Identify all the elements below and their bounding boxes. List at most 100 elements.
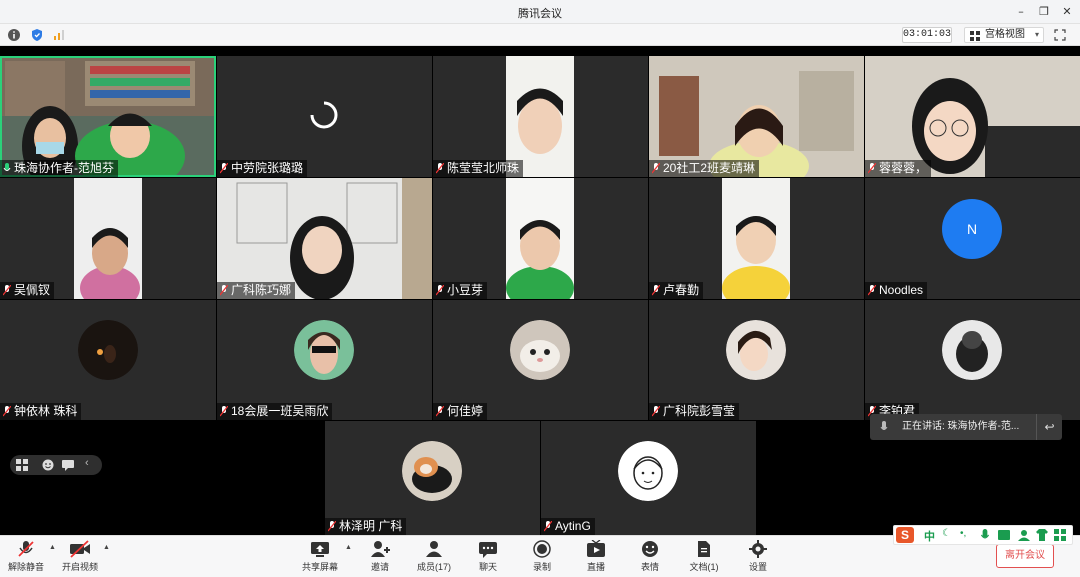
participant-name: 珠海协作者-范旭芬 bbox=[14, 161, 114, 175]
speaking-indicator: 正在讲话: 珠海协作者-范... ↩ bbox=[870, 414, 1062, 440]
video-tile[interactable]: 何佳婷 bbox=[433, 300, 648, 420]
restore-icon[interactable]: ❐ bbox=[1035, 3, 1053, 21]
members-label: 成员(17) bbox=[416, 562, 451, 572]
video-tile[interactable]: 陈莹莹北师珠 bbox=[433, 56, 648, 177]
record-button[interactable]: 录制 bbox=[520, 540, 564, 576]
reactions-label: 表情 bbox=[640, 562, 659, 572]
participant-video bbox=[74, 178, 142, 299]
chat-icon[interactable] bbox=[62, 459, 74, 471]
punctuation-icon[interactable]: •, bbox=[960, 528, 966, 539]
settings-button[interactable]: 设置 bbox=[736, 540, 780, 576]
chevron-down-icon: ▾ bbox=[1034, 30, 1039, 39]
video-tile[interactable]: AytinG bbox=[541, 421, 756, 535]
avatar bbox=[402, 441, 462, 501]
avatar bbox=[726, 320, 786, 380]
video-tile[interactable]: 吴佩钗 bbox=[0, 178, 216, 299]
moon-icon[interactable]: ☾ bbox=[942, 528, 951, 539]
participant-name: 林泽明 广科 bbox=[339, 519, 403, 533]
avatar bbox=[618, 441, 678, 501]
close-icon[interactable]: ✕ bbox=[1058, 3, 1076, 21]
apps-icon[interactable] bbox=[1054, 529, 1066, 541]
share-screen-label: 共享屏幕 bbox=[301, 562, 338, 572]
live-label: 直播 bbox=[586, 562, 605, 572]
participant-video bbox=[722, 178, 790, 299]
start-video-button[interactable]: 开启视频 bbox=[58, 540, 102, 576]
live-icon bbox=[587, 540, 605, 557]
participant-name-tag: 小豆芽 bbox=[433, 282, 488, 299]
fullscreen-icon[interactable] bbox=[1054, 29, 1066, 41]
video-tile[interactable]: N Noodles bbox=[865, 178, 1080, 299]
record-label: 录制 bbox=[532, 562, 551, 572]
participant-video bbox=[506, 56, 574, 177]
apps-icon[interactable] bbox=[16, 459, 28, 471]
video-tile[interactable]: 李铂君 bbox=[865, 300, 1080, 420]
shield-icon[interactable] bbox=[30, 28, 44, 42]
video-tile[interactable]: 广科院彭雪莹 bbox=[649, 300, 864, 420]
invite-label: 邀请 bbox=[370, 562, 389, 572]
video-tile[interactable]: 林泽明 广科 bbox=[325, 421, 540, 535]
leave-meeting-button[interactable]: 离开会议 bbox=[996, 544, 1054, 568]
chevron-up-icon[interactable]: ▲ bbox=[345, 544, 352, 551]
chevron-up-icon[interactable]: ▲ bbox=[49, 544, 56, 551]
ime-language[interactable]: 中 bbox=[924, 528, 935, 544]
speaking-text: 正在讲话: 珠海协作者-范... bbox=[902, 421, 1020, 432]
documents-label: 文档(1) bbox=[689, 562, 719, 572]
participant-name-tag: 卢春勤 bbox=[649, 282, 704, 299]
participant-name-tag: 林泽明 广科 bbox=[325, 518, 407, 535]
video-tile[interactable]: 20社工2班麦靖琳 bbox=[649, 56, 864, 177]
live-button[interactable]: 直播 bbox=[574, 540, 618, 576]
layout-view-button[interactable]: 宫格视图 ▾ bbox=[964, 27, 1044, 43]
mic-muted-icon bbox=[652, 163, 660, 174]
mic-muted-icon bbox=[220, 406, 228, 417]
mic-muted-icon bbox=[868, 163, 876, 174]
share-screen-button[interactable]: 共享屏幕 bbox=[298, 540, 342, 576]
participant-name-tag: 钟依林 珠科 bbox=[0, 403, 82, 420]
members-icon bbox=[426, 541, 442, 557]
settings-label: 设置 bbox=[748, 562, 767, 572]
info-icon[interactable] bbox=[7, 28, 21, 42]
mic-muted-icon bbox=[18, 541, 34, 557]
signal-icon[interactable] bbox=[52, 28, 66, 42]
reactions-button[interactable]: 表情 bbox=[628, 540, 672, 576]
video-tile[interactable]: 小豆芽 bbox=[433, 178, 648, 299]
mic-icon[interactable] bbox=[980, 529, 990, 542]
participant-name-tag: 20社工2班麦靖琳 bbox=[649, 160, 760, 177]
floating-toolbar[interactable]: ‹ bbox=[10, 455, 102, 475]
participant-name: 广科陈巧娜 bbox=[231, 283, 292, 297]
chevron-left-icon[interactable]: ‹ bbox=[85, 457, 89, 469]
gear-icon bbox=[749, 540, 767, 558]
invite-button[interactable]: 邀请 bbox=[358, 540, 402, 576]
participant-name-tag: 陈莹莹北师珠 bbox=[433, 160, 524, 177]
video-tile[interactable]: 蓉蓉蓉， bbox=[865, 56, 1080, 177]
chevron-up-icon[interactable]: ▲ bbox=[103, 544, 110, 551]
avatar: N bbox=[942, 199, 1002, 259]
mic-muted-icon bbox=[220, 163, 228, 174]
unmute-button[interactable]: 解除静音 bbox=[4, 540, 48, 576]
ime-toolbar[interactable]: S 中 ☾ •, bbox=[893, 525, 1073, 545]
video-tile[interactable]: 中劳院张璐璐 bbox=[217, 56, 432, 177]
reply-icon[interactable]: ↩ bbox=[1036, 414, 1062, 440]
loading-spinner bbox=[310, 101, 338, 129]
video-tile[interactable]: 钟依林 珠科 bbox=[0, 300, 216, 420]
participant-name-tag: AytinG bbox=[541, 518, 595, 535]
video-tile[interactable]: 18会展一班吴雨欣 bbox=[217, 300, 432, 420]
grid-icon bbox=[970, 31, 980, 41]
mic-muted-icon bbox=[652, 285, 660, 296]
video-tile[interactable]: 卢春勤 bbox=[649, 178, 864, 299]
chat-button[interactable]: 聊天 bbox=[466, 540, 510, 576]
video-tile[interactable]: 广科陈巧娜 bbox=[217, 178, 432, 299]
user-icon[interactable] bbox=[1018, 529, 1030, 541]
keyboard-icon[interactable] bbox=[998, 530, 1010, 540]
avatar bbox=[510, 320, 570, 380]
documents-button[interactable]: 文档(1) bbox=[682, 540, 726, 576]
emoji-icon[interactable] bbox=[42, 459, 54, 471]
avatar bbox=[942, 320, 1002, 380]
mic-muted-icon bbox=[3, 406, 11, 417]
participant-name: 小豆芽 bbox=[447, 283, 484, 297]
members-button[interactable]: 成员(17) bbox=[412, 540, 456, 576]
minimize-icon[interactable]: – bbox=[1012, 3, 1030, 21]
shirt-icon[interactable] bbox=[1036, 529, 1048, 541]
participant-name-tag: Noodles bbox=[865, 282, 928, 299]
participant-name: 何佳婷 bbox=[447, 404, 484, 418]
video-tile[interactable]: 珠海协作者-范旭芬 bbox=[0, 56, 216, 177]
